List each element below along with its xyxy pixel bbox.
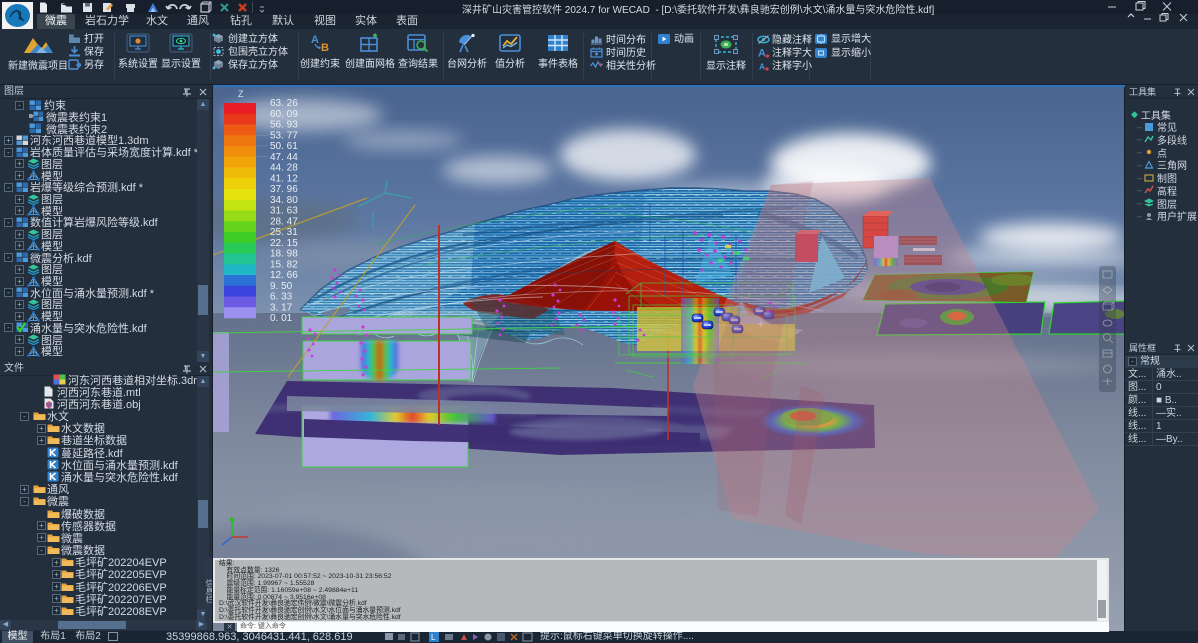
svg-text:12. 66: 12. 66 — [270, 270, 298, 281]
svg-text:A: A — [758, 48, 766, 59]
svg-text:60. 09: 60. 09 — [270, 109, 298, 120]
svg-text:B: B — [321, 42, 329, 53]
svg-text:31. 63: 31. 63 — [270, 206, 298, 217]
svg-text:9. 50: 9. 50 — [270, 281, 293, 292]
svg-text:53. 77: 53. 77 — [270, 130, 298, 141]
svg-text:0. 01: 0. 01 — [270, 313, 293, 324]
svg-text:L: L — [431, 633, 436, 642]
svg-text:3. 17: 3. 17 — [270, 302, 293, 313]
svg-text:41. 12: 41. 12 — [270, 173, 298, 184]
svg-text:15. 82: 15. 82 — [270, 259, 298, 270]
svg-text:A: A — [759, 62, 765, 72]
svg-text:28. 47: 28. 47 — [270, 216, 298, 227]
svg-text:25. 31: 25. 31 — [270, 227, 298, 238]
svg-text:Z: Z — [238, 89, 244, 99]
svg-text:50. 61: 50. 61 — [270, 141, 298, 152]
svg-text:34. 80: 34. 80 — [270, 195, 298, 206]
svg-text:6. 33: 6. 33 — [270, 292, 293, 303]
svg-text:37. 96: 37. 96 — [270, 184, 298, 195]
svg-text:18. 98: 18. 98 — [270, 249, 298, 260]
svg-text:22. 15: 22. 15 — [270, 238, 298, 249]
svg-text:63. 26: 63. 26 — [270, 98, 298, 109]
svg-text:44. 28: 44. 28 — [270, 163, 298, 174]
svg-text:47. 44: 47. 44 — [270, 152, 298, 163]
svg-text:56. 93: 56. 93 — [270, 120, 298, 131]
